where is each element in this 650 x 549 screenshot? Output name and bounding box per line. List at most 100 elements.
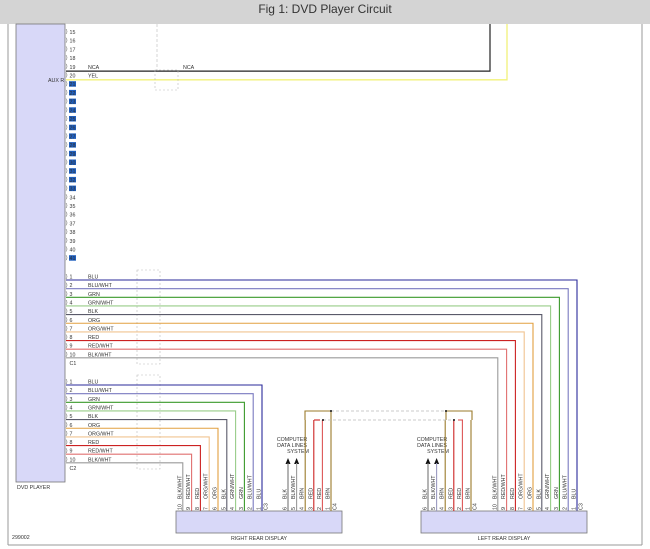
pin-terminal-icon — [65, 317, 68, 323]
pin-terminal-icon — [65, 159, 68, 165]
wire-c1-3 — [66, 296, 560, 511]
wire-nca — [66, 24, 491, 72]
pin-number: 39 — [70, 239, 76, 245]
pin-number: 7 — [519, 507, 525, 510]
wire-end-label: ORG — [213, 487, 219, 499]
pin-number: 2 — [248, 507, 254, 510]
wire-end-label: ORG — [528, 487, 534, 499]
pin-number: 2 — [317, 507, 323, 510]
pin-terminal-icon — [65, 89, 68, 96]
pin-terminal-icon — [65, 124, 68, 130]
pin-terminal-icon — [65, 98, 68, 104]
pin-number: 35 — [70, 204, 76, 210]
connector-label: C3 — [264, 503, 270, 510]
wire-end-label: BLK/WHT — [177, 475, 183, 499]
wire-end-label: BLK — [283, 489, 289, 499]
pin-number: 36 — [70, 213, 76, 219]
splice-dot-icon — [445, 410, 447, 412]
pin-terminal-icon — [65, 185, 68, 191]
wire-end-label: BRN — [466, 488, 472, 499]
wire-end-label: RED — [510, 488, 516, 499]
pin-terminal-icon — [65, 291, 68, 297]
pin-number: 38 — [70, 230, 76, 236]
pin-number: 23 — [70, 100, 76, 106]
connector-splice-box — [136, 269, 161, 365]
pin-number: 1 — [572, 507, 578, 510]
pin-terminal-icon — [65, 168, 68, 174]
pin-terminal-icon — [65, 237, 68, 243]
wire-brn-link — [445, 410, 450, 420]
wire-end-label: GRN — [554, 487, 560, 499]
pin-terminal-icon — [65, 63, 68, 69]
pin-terminal-icon — [65, 141, 68, 148]
pin-terminal-icon — [65, 343, 68, 349]
pin-terminal-icon — [65, 456, 68, 463]
wire-end-label: ORG/WHT — [204, 473, 210, 499]
wire-end-label: BLK — [536, 489, 542, 499]
pin-number: 6 — [213, 507, 219, 510]
pin-number: 22 — [70, 91, 76, 97]
pin-number: 4 — [440, 507, 446, 510]
pin-terminal-icon — [65, 378, 68, 385]
wire-label: NCA — [88, 65, 100, 71]
pin-number: 26 — [70, 126, 76, 132]
pin-number: 37 — [70, 221, 76, 227]
wire-end-label: BLK/WHT — [291, 475, 297, 499]
right_display-label: RIGHT REAR DISPLAY — [231, 536, 287, 542]
pin-terminal-icon — [65, 28, 68, 35]
pin-number: 29 — [70, 152, 76, 158]
splice-dot-icon — [453, 419, 455, 421]
wire-end-label: BLU — [572, 489, 578, 499]
pin-number: 4 — [230, 507, 236, 510]
connector-label: C3 — [579, 503, 585, 510]
pin-number: 3 — [239, 507, 245, 510]
wire-c2-10 — [66, 462, 184, 511]
pin-terminal-icon — [65, 404, 68, 411]
figure-id: 299002 — [12, 535, 30, 541]
pin-terminal-icon — [65, 202, 68, 209]
pin-number: 9 — [501, 507, 507, 510]
wire-end-label: RED — [457, 488, 463, 499]
pin-number: 7 — [204, 507, 210, 510]
pin-terminal-icon — [65, 439, 68, 445]
pin-terminal-icon — [65, 150, 68, 156]
pin-number: 1 — [257, 507, 263, 510]
pin-number: 4 — [545, 507, 551, 510]
pin-number: 10 — [492, 504, 498, 510]
dvd-player-box — [15, 23, 66, 483]
wire-end-label: BLU/WHT — [248, 474, 254, 499]
pin-number: 5 — [536, 507, 542, 510]
pin-terminal-icon — [65, 211, 68, 217]
pin-number: 5 — [221, 507, 227, 510]
pin-number: 24 — [70, 108, 76, 114]
pin-number: 1 — [466, 507, 472, 510]
pin-number: 4 — [300, 507, 306, 510]
pin-number: 16 — [70, 39, 76, 45]
dvd-player-label: DVD PLAYER — [17, 485, 50, 491]
pin-number: 15 — [70, 30, 76, 36]
pin-terminal-icon — [65, 133, 68, 139]
pin-number: 6 — [423, 507, 429, 510]
wire-end-label: RED — [448, 488, 454, 499]
left_display-box — [420, 510, 588, 534]
pin-terminal-icon — [65, 422, 68, 428]
connector-label: C4 — [333, 503, 339, 510]
pin-terminal-icon — [65, 54, 68, 61]
pin-number: 33 — [70, 187, 76, 193]
pin-number: 28 — [70, 143, 76, 149]
wire-end-label: BLK/WHT — [431, 475, 437, 499]
pin-number: 8 — [510, 507, 516, 510]
connector-label: C4 — [473, 503, 479, 510]
pin-number: 34 — [70, 195, 76, 201]
wire-end-label: RED — [317, 488, 323, 499]
pin-terminal-icon — [65, 273, 68, 280]
wire-brn-link — [304, 410, 331, 420]
wire-end-label: BLU/WHT — [563, 474, 569, 499]
pin-number: 31 — [70, 169, 76, 175]
pin-terminal-icon — [65, 107, 68, 113]
pin-number: 18 — [70, 56, 76, 62]
pin-terminal-icon — [65, 176, 68, 183]
pin-terminal-icon — [65, 396, 68, 402]
pin-number: 6 — [528, 507, 534, 510]
pin-number: 5 — [291, 507, 297, 510]
